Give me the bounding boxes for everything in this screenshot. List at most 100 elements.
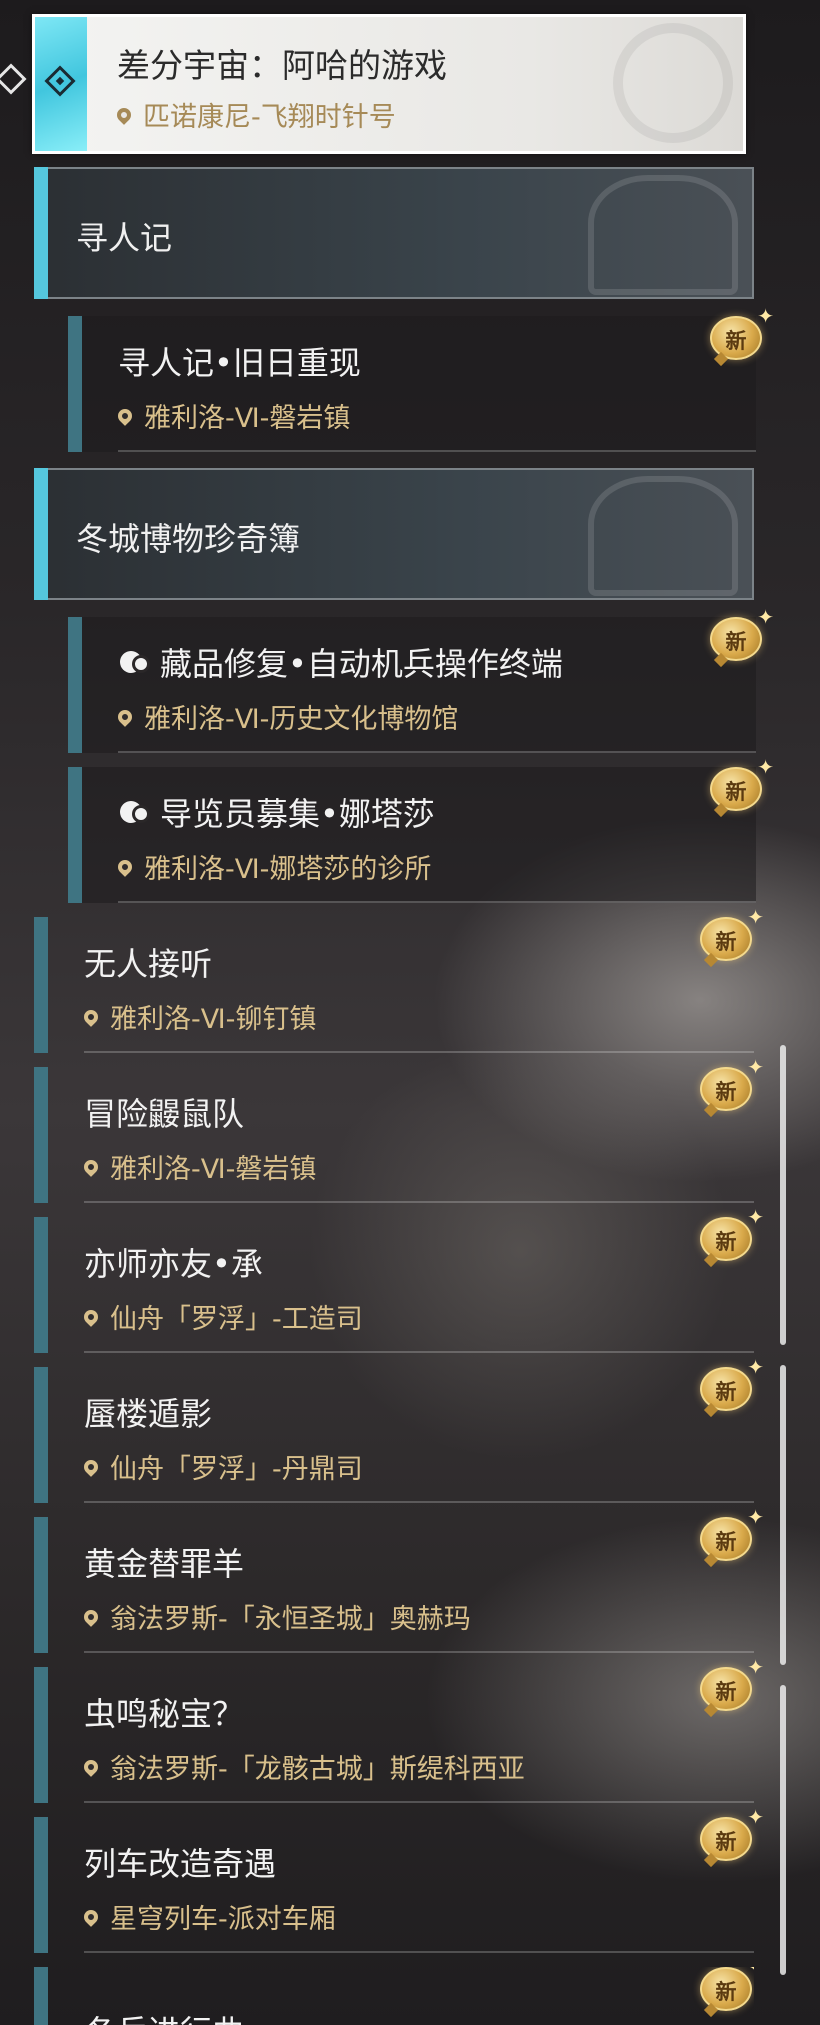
map-pin-icon: [81, 1156, 101, 1177]
list-item[interactable]: 导览员募集•娜塔莎 雅利洛-Ⅵ-娜塔莎的诊所 新: [68, 755, 774, 903]
event-quest-icon: [118, 799, 152, 827]
new-badge: 新: [710, 605, 774, 661]
quest-accent-bar: [34, 1367, 48, 1503]
divider: [84, 1201, 754, 1203]
category-header[interactable]: 冬城博物珍奇簿: [34, 468, 754, 600]
quest-title: 黄金替罪羊: [84, 1545, 245, 1583]
quest-title: 列车改造奇遇: [84, 1845, 277, 1883]
quest-location-text: 仙舟「罗浮」-丹鼎司: [110, 1454, 363, 1485]
category-label: 冬城博物珍奇簿: [76, 520, 301, 558]
list-item[interactable]: 冒险鼹鼠队 雅利洛-Ⅵ-磐岩镇 新: [34, 1055, 764, 1203]
map-pin-icon: [81, 1756, 101, 1777]
divider: [84, 1951, 754, 1953]
quest-title: 寻人记•旧日重现: [118, 344, 361, 382]
quest-location: 雅利洛-Ⅵ-磐岩镇: [81, 1147, 317, 1186]
map-pin-icon: [81, 1456, 101, 1477]
map-pin-icon: [114, 104, 134, 125]
emblem-decoration: [613, 23, 733, 143]
quest-location: 雅利洛-Ⅵ-磐岩镇: [115, 396, 351, 435]
quest-accent-bar: [68, 617, 82, 753]
quest-accent-bar: [34, 917, 48, 1053]
new-badge: 新: [710, 304, 774, 360]
list-item[interactable]: 无人接听 雅利洛-Ⅵ-铆钉镇 新: [34, 905, 764, 1053]
quest-accent-bar: [68, 767, 82, 903]
list-item[interactable]: 列车改造奇遇 星穹列车-派对车厢 新: [34, 1805, 764, 1953]
quest-title: 冬兵进行曲: [84, 2007, 244, 2025]
new-badge-label: 新: [715, 1680, 737, 1704]
quest-location-text: 雅利洛-Ⅵ-铆钉镇: [110, 1004, 317, 1035]
new-badge-label: 新: [715, 1530, 737, 1554]
list-item[interactable]: 蜃楼遁影 仙舟「罗浮」-丹鼎司 新: [34, 1355, 764, 1503]
quest-location-text: 翁法罗斯-「永恒圣城」奥赫玛: [110, 1604, 471, 1635]
new-badge-label: 新: [715, 1230, 737, 1254]
category-art: [588, 476, 738, 596]
selection-pointer-icon: [0, 63, 27, 95]
quest-location: 雅利洛-Ⅵ-历史文化博物馆: [115, 697, 458, 736]
new-badge: 新: [700, 1655, 764, 1711]
selected-quest-location: 匹诺康尼-飞翔时针号: [114, 95, 396, 134]
new-badge-label: 新: [725, 630, 747, 654]
selected-quest-title: 差分宇宙：阿哈的游戏: [117, 46, 447, 85]
quest-location: 雅利洛-Ⅵ-娜塔莎的诊所: [115, 847, 432, 886]
quest-location: 仙舟「罗浮」-丹鼎司: [81, 1447, 363, 1486]
divider: [84, 1501, 754, 1503]
quest-accent-bar: [34, 1967, 48, 2025]
quest-accent-bar: [34, 1217, 48, 1353]
new-badge: 新: [700, 1055, 764, 1111]
quest-location: 翁法罗斯-「龙骸古城」斯缇科西亚: [81, 1747, 525, 1786]
quest-accent-bar: [34, 1517, 48, 1653]
quest-location: 雅利洛-Ⅵ-铆钉镇: [81, 997, 317, 1036]
category-art: [588, 175, 738, 295]
quest-accent-bar: [34, 1817, 48, 1953]
new-badge-label: 新: [715, 1980, 737, 2004]
quest-accent-bar: [34, 1667, 48, 1803]
map-pin-icon: [81, 1006, 101, 1027]
quest-location: 仙舟「罗浮」-工造司: [81, 1297, 363, 1336]
quest-title: 导览员募集•娜塔莎: [118, 789, 435, 835]
new-badge-label: 新: [725, 329, 747, 353]
map-pin-icon: [115, 856, 135, 877]
quest-title: 藏品修复•自动机兵操作终端: [118, 639, 563, 685]
quest-title: 无人接听: [84, 945, 213, 983]
list-item[interactable]: 寻人记•旧日重现 雅利洛-Ⅵ-磐岩镇 新: [68, 304, 774, 452]
divider: [118, 751, 756, 753]
new-badge: 新: [700, 1805, 764, 1861]
new-badge: 新: [700, 1205, 764, 1261]
map-pin-icon: [81, 1606, 101, 1627]
quest-location-text: 雅利洛-Ⅵ-磐岩镇: [144, 403, 351, 434]
category-accent-bar: [34, 468, 48, 600]
quest-title: 虫鸣秘宝？: [84, 1695, 245, 1733]
map-pin-icon: [115, 405, 135, 426]
scrollbar[interactable]: [780, 1045, 786, 1345]
list-item[interactable]: 冬兵进行曲 新: [34, 1967, 754, 2025]
new-badge-label: 新: [725, 780, 747, 804]
map-pin-icon: [81, 1906, 101, 1927]
divider: [84, 1351, 754, 1353]
quest-title: 蜃楼遁影: [84, 1395, 213, 1433]
list-item[interactable]: 虫鸣秘宝？ 翁法罗斯-「龙骸古城」斯缇科西亚 新: [34, 1655, 764, 1803]
quest-location: 翁法罗斯-「永恒圣城」奥赫玛: [81, 1597, 471, 1636]
quest-location: 星穹列车-派对车厢: [81, 1897, 336, 1936]
divider: [118, 450, 756, 452]
list-item[interactable]: 亦师亦友•承 仙舟「罗浮」-工造司 新: [34, 1205, 764, 1353]
category-accent-bar: [34, 167, 48, 299]
new-badge: 新: [700, 1355, 764, 1411]
selected-quest-card[interactable]: 差分宇宙：阿哈的游戏 匹诺康尼-飞翔时针号: [32, 14, 746, 154]
category-header[interactable]: 寻人记: [34, 167, 754, 299]
divider: [84, 1651, 754, 1653]
new-badge-label: 新: [715, 1830, 737, 1854]
quest-type-strip: [35, 17, 87, 151]
scrollbar[interactable]: [780, 1365, 786, 1665]
map-pin-icon: [81, 1306, 101, 1327]
quest-location-text: 雅利洛-Ⅵ-磐岩镇: [110, 1154, 317, 1185]
new-badge: 新: [710, 755, 774, 811]
scrollbar[interactable]: [780, 1685, 786, 1975]
quest-title-text: 藏品修复•自动机兵操作终端: [160, 645, 563, 683]
map-pin-icon: [115, 706, 135, 727]
diamond-quest-icon: [44, 65, 76, 97]
list-item[interactable]: 黄金替罪羊 翁法罗斯-「永恒圣城」奥赫玛 新: [34, 1505, 764, 1653]
quest-title-text: 导览员募集•娜塔莎: [160, 795, 435, 833]
list-item[interactable]: 藏品修复•自动机兵操作终端 雅利洛-Ⅵ-历史文化博物馆 新: [68, 605, 774, 753]
quest-location-text: 雅利洛-Ⅵ-娜塔莎的诊所: [144, 854, 432, 885]
new-badge-label: 新: [715, 930, 737, 954]
